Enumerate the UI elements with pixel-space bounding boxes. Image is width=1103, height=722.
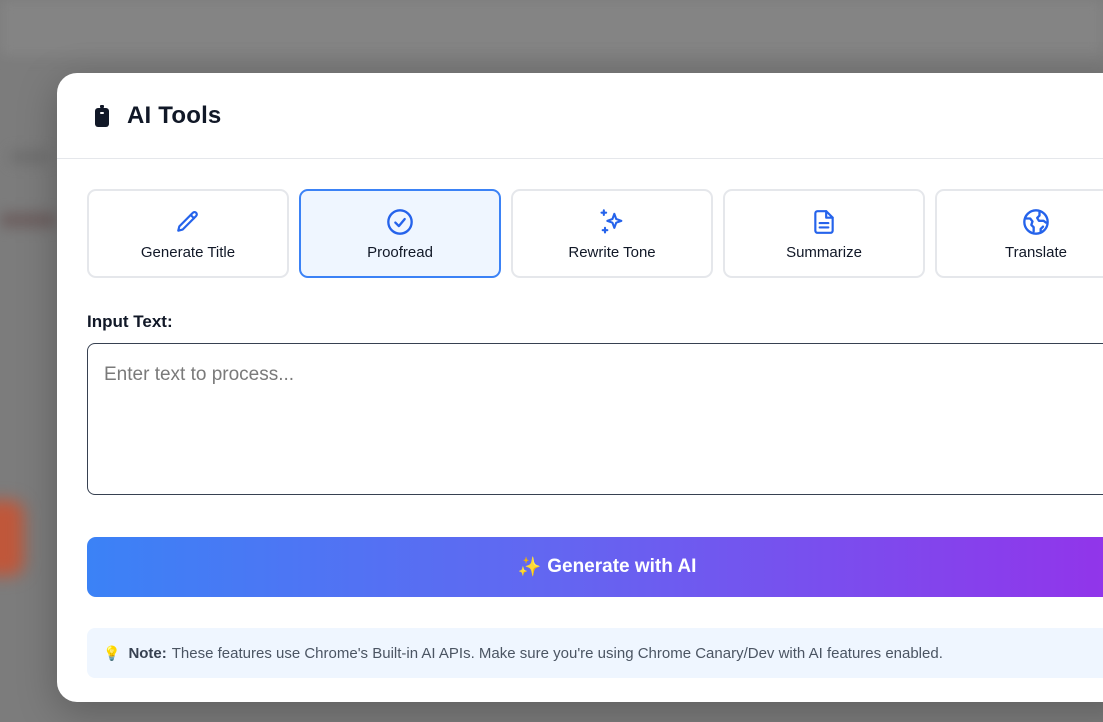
tool-label: Summarize: [786, 244, 862, 261]
note-banner: 💡 Note: These features use Chrome's Buil…: [87, 628, 1103, 678]
tool-label: Proofread: [367, 244, 433, 261]
pencil-icon: [174, 208, 202, 236]
note-text: These features use Chrome's Built-in AI …: [171, 644, 943, 662]
tool-selector: Generate Title Proofread Rewrite Tone Su…: [87, 189, 1103, 278]
lightbulb-icon: 💡: [103, 644, 121, 661]
tool-proofread-button[interactable]: Proofread: [299, 189, 501, 278]
input-textarea[interactable]: [87, 343, 1103, 495]
backdrop-text: [0, 212, 56, 228]
tool-generate-title-button[interactable]: Generate Title: [87, 189, 289, 278]
modal-body: Generate Title Proofread Rewrite Tone Su…: [57, 159, 1103, 678]
backdrop-text: [10, 150, 50, 164]
tool-label: Rewrite Tone: [568, 244, 656, 261]
modal-header: AI Tools: [57, 73, 1103, 159]
tool-translate-button[interactable]: Translate: [935, 189, 1103, 278]
sparkles-icon: [598, 208, 626, 236]
tool-label: Translate: [1005, 244, 1067, 261]
input-text-label: Input Text:: [87, 312, 173, 331]
battery-icon: [93, 104, 111, 128]
modal-title: AI Tools: [127, 101, 222, 129]
tool-rewrite-tone-button[interactable]: Rewrite Tone: [511, 189, 713, 278]
tool-summarize-button[interactable]: Summarize: [723, 189, 925, 278]
sparkles-icon: ✨: [517, 557, 542, 578]
backdrop-header: [0, 0, 1103, 56]
tool-label: Generate Title: [140, 244, 236, 261]
check-circle-icon: [386, 208, 414, 236]
generate-button-label: Generate with AI: [547, 556, 697, 577]
backdrop-button: [0, 500, 24, 576]
document-icon: [810, 208, 838, 236]
note-prefix: Note:: [128, 644, 167, 662]
generate-with-ai-button[interactable]: ✨ Generate with AI: [87, 537, 1103, 597]
ai-tools-modal: AI Tools Generate Title Proofread Rewrit…: [57, 73, 1103, 702]
globe-icon: [1022, 208, 1050, 236]
